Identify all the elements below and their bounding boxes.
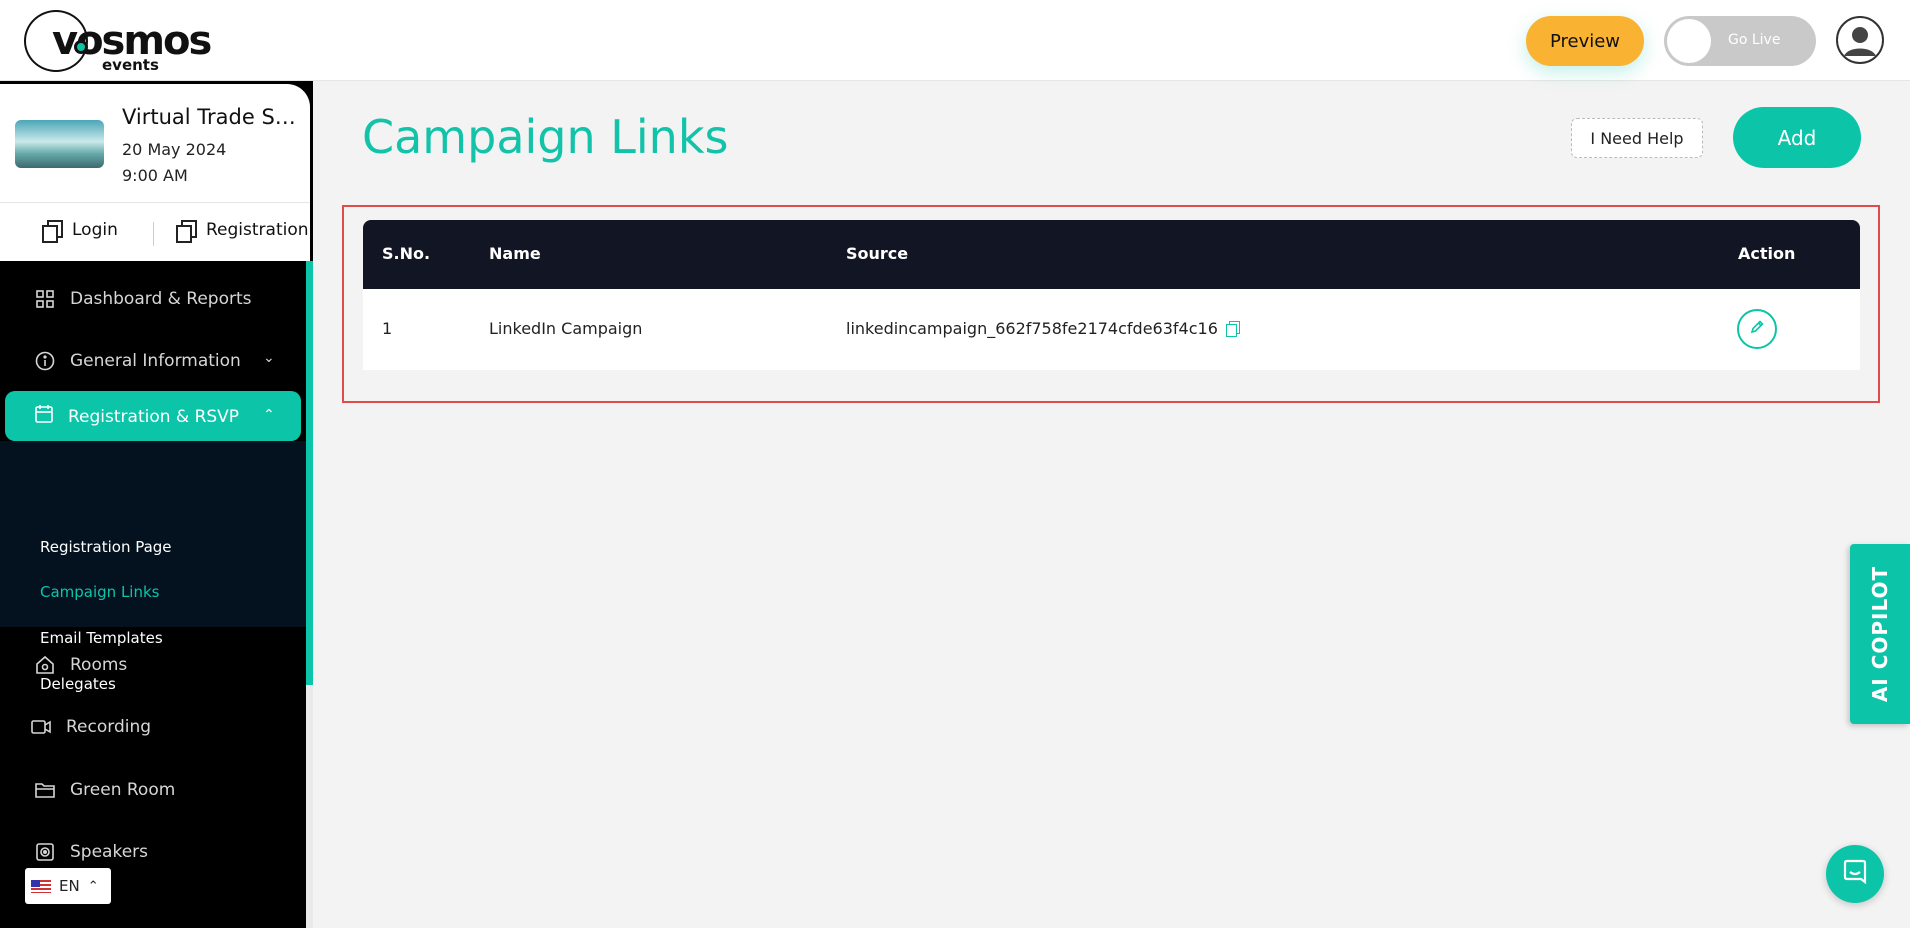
- sidebar-item-label: Green Room: [70, 780, 176, 800]
- speaker-icon: [34, 841, 56, 863]
- column-header-name: Name: [489, 244, 541, 263]
- calendar-icon: [34, 404, 54, 429]
- copy-icon: [176, 220, 197, 243]
- sidebar-item-label: Recording: [66, 717, 152, 737]
- table-row: 1 LinkedIn Campaign linkedincampaign_662…: [363, 289, 1860, 370]
- add-button[interactable]: Add: [1733, 107, 1861, 168]
- submenu-delegates[interactable]: Delegates: [40, 675, 116, 693]
- event-title: Virtual Trade Show: [122, 105, 297, 129]
- grid-icon: [34, 288, 56, 310]
- table-header: S.No. Name Source Action: [363, 220, 1860, 289]
- cell-sno: 1: [382, 319, 393, 338]
- copy-icon[interactable]: [1225, 321, 1240, 337]
- column-header-action: Action: [1738, 244, 1796, 263]
- column-header-source: Source: [846, 244, 909, 263]
- event-date: 20 May 2024: [122, 140, 227, 159]
- login-label: Login: [72, 220, 118, 240]
- ai-copilot-label: AI COPILOT: [1868, 565, 1892, 703]
- preview-button[interactable]: Preview: [1526, 16, 1644, 66]
- sidebar: Virtual Trade Show 20 May 2024 9:00 AM L…: [0, 81, 313, 928]
- registration-submenu: Registration Page Campaign Links Email T…: [0, 441, 306, 693]
- login-link[interactable]: Login: [42, 220, 118, 243]
- logo-dot: [74, 40, 88, 54]
- pencil-icon: [1749, 319, 1765, 339]
- sidebar-item-registration-rsvp-label[interactable]: Registration & RSVP: [34, 404, 239, 429]
- sidebar-item-label: Rooms: [70, 655, 128, 675]
- submenu-registration-page[interactable]: Registration Page: [40, 538, 172, 556]
- sidebar-item-speakers[interactable]: Speakers: [34, 841, 148, 863]
- edit-button[interactable]: [1737, 309, 1777, 349]
- sidebar-item-dashboard[interactable]: Dashboard & Reports: [34, 288, 252, 310]
- go-live-toggle[interactable]: Go Live: [1664, 16, 1816, 66]
- submenu-campaign-links[interactable]: Campaign Links: [40, 583, 160, 601]
- home-icon: [34, 654, 56, 676]
- language-code: EN: [59, 877, 80, 895]
- event-thumbnail: [15, 120, 104, 168]
- logo-subtext: events: [102, 56, 159, 74]
- video-icon: [30, 716, 52, 738]
- ai-copilot-tab[interactable]: AI COPILOT: [1850, 544, 1910, 724]
- cell-name: LinkedIn Campaign: [489, 319, 643, 338]
- sidebar-item-rooms[interactable]: Rooms: [34, 654, 127, 676]
- chevron-down-icon[interactable]: ⌄: [263, 350, 275, 366]
- toggle-knob: [1667, 19, 1711, 63]
- sidebar-item-label: Speakers: [70, 842, 149, 862]
- top-header: vosmos events Preview Go Live: [0, 0, 1910, 81]
- chat-icon: [1841, 858, 1869, 890]
- event-card: Virtual Trade Show 20 May 2024 9:00 AM L…: [0, 81, 313, 261]
- column-header-sno: S.No.: [382, 244, 431, 263]
- registration-link[interactable]: Registration: [176, 220, 309, 243]
- sidebar-item-label: General Information: [70, 351, 241, 371]
- submenu-email-templates[interactable]: Email Templates: [40, 629, 163, 647]
- campaign-links-table: S.No. Name Source Action 1 LinkedIn Camp…: [363, 220, 1860, 370]
- sidebar-item-label: Registration & RSVP: [68, 406, 240, 427]
- copy-icon: [42, 220, 63, 243]
- chat-support-button[interactable]: [1826, 845, 1884, 903]
- event-time: 9:00 AM: [122, 166, 188, 185]
- cell-source: linkedincampaign_662f758fe2174cfde63f4c1…: [846, 319, 1240, 338]
- divider: [0, 202, 310, 203]
- chevron-up-icon: ⌃: [87, 878, 99, 894]
- page-title: Campaign Links: [362, 110, 729, 164]
- sidebar-scroll-thumb[interactable]: [306, 261, 313, 685]
- vosmos-logo[interactable]: vosmos events: [24, 8, 224, 76]
- sidebar-item-recording[interactable]: Recording: [30, 716, 151, 738]
- language-selector[interactable]: EN ⌃: [25, 868, 111, 904]
- divider: [153, 222, 154, 246]
- user-avatar-icon[interactable]: [1836, 16, 1884, 64]
- need-help-button[interactable]: I Need Help: [1571, 118, 1703, 158]
- chevron-up-icon[interactable]: ⌃: [263, 407, 275, 423]
- folder-icon: [34, 779, 56, 801]
- sidebar-item-green-room[interactable]: Green Room: [34, 779, 175, 801]
- source-value: linkedincampaign_662f758fe2174cfde63f4c1…: [846, 319, 1218, 338]
- us-flag-icon: [31, 879, 51, 893]
- sidebar-item-general-information[interactable]: General Information: [34, 350, 241, 372]
- go-live-label: Go Live: [1728, 32, 1781, 48]
- sidebar-item-label: Dashboard & Reports: [70, 289, 252, 309]
- info-icon: [34, 350, 56, 372]
- registration-label: Registration: [206, 220, 309, 240]
